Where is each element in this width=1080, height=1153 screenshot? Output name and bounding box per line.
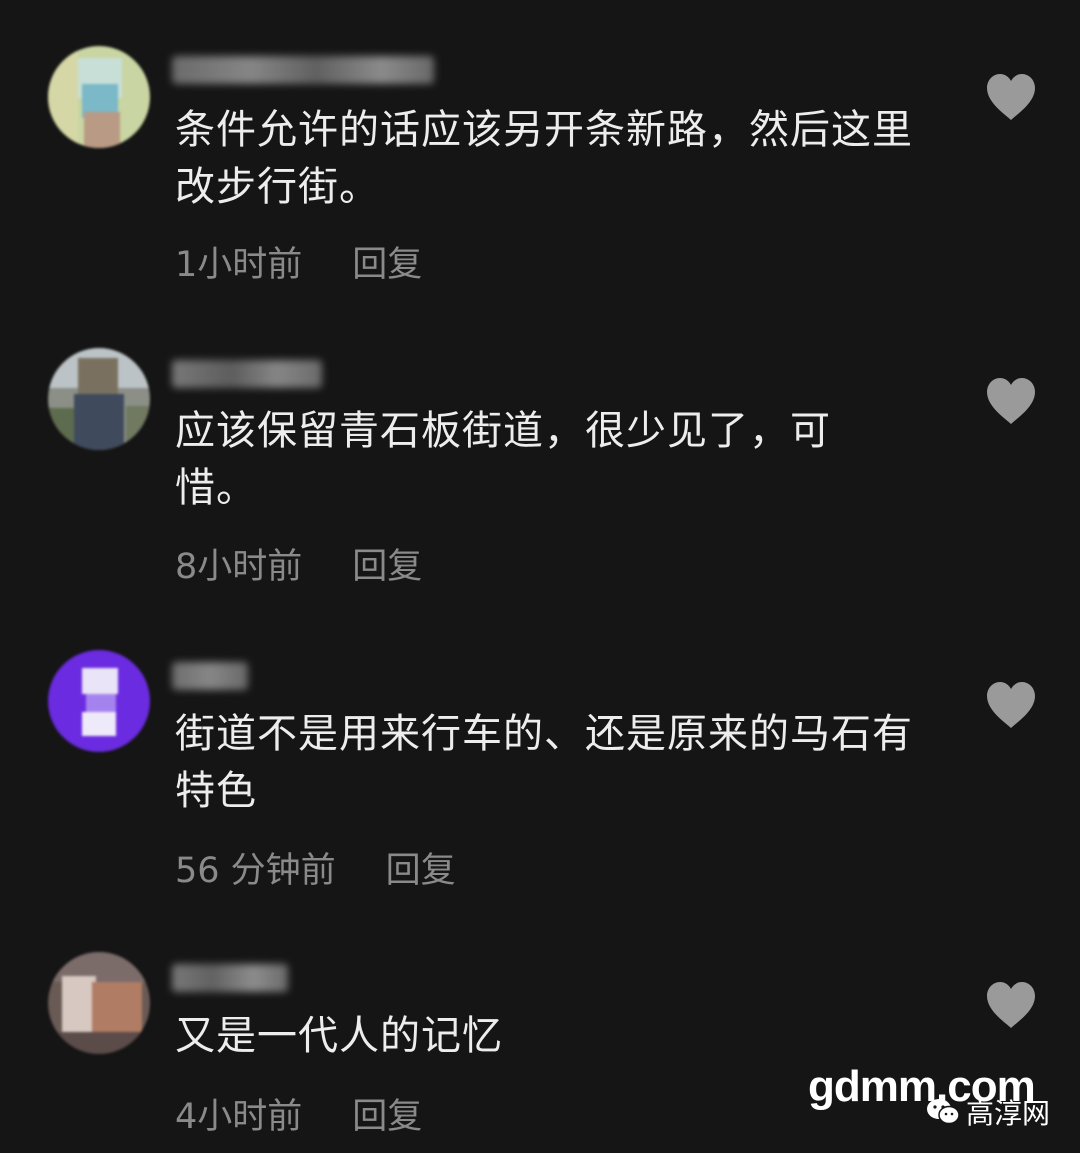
heart-icon[interactable] bbox=[984, 72, 1038, 122]
heart-icon[interactable] bbox=[984, 680, 1038, 730]
reply-button[interactable]: 回复 bbox=[386, 851, 456, 891]
comment-text: 条件允许的话应该另开条新路，然后这里改步行街。 bbox=[175, 107, 913, 210]
username-blurred[interactable] bbox=[172, 56, 434, 84]
heart-icon[interactable] bbox=[984, 376, 1038, 426]
comment-meta: 1小时前 回复 bbox=[175, 236, 422, 287]
wechat-icon bbox=[927, 1099, 960, 1125]
comment-meta: 4小时前 回复 bbox=[175, 1088, 422, 1139]
username-blurred[interactable] bbox=[172, 964, 288, 992]
comment-time: 56 分钟前 bbox=[175, 851, 336, 891]
watermark-brand: 高淳网 bbox=[926, 1092, 1050, 1132]
avatar[interactable] bbox=[48, 46, 150, 148]
reply-button[interactable]: 回复 bbox=[352, 1097, 422, 1137]
username-blurred[interactable] bbox=[172, 360, 322, 388]
comment-meta: 8小时前 回复 bbox=[175, 538, 422, 589]
comment-time: 1小时前 bbox=[175, 245, 303, 285]
comment-time: 8小时前 bbox=[175, 547, 303, 587]
avatar[interactable] bbox=[48, 650, 150, 752]
comment-text: 应该保留青石板街道，很少见了，可惜。 bbox=[175, 408, 831, 511]
heart-icon[interactable] bbox=[984, 980, 1038, 1030]
comment-time: 4小时前 bbox=[175, 1097, 303, 1137]
comment-meta: 56 分钟前 回复 bbox=[175, 842, 456, 893]
watermark: gdmm.com 高淳网 bbox=[808, 1062, 1068, 1132]
watermark-brand-text: 高淳网 bbox=[966, 1097, 1051, 1130]
avatar[interactable] bbox=[48, 952, 150, 1054]
avatar[interactable] bbox=[48, 348, 150, 450]
reply-button[interactable]: 回复 bbox=[352, 547, 422, 587]
comment-text: 街道不是用来行车的、还是原来的马石有特色 bbox=[175, 711, 913, 814]
username-blurred[interactable] bbox=[172, 662, 248, 690]
reply-button[interactable]: 回复 bbox=[352, 245, 422, 285]
comment-text: 又是一代人的记忆 bbox=[175, 1013, 503, 1059]
